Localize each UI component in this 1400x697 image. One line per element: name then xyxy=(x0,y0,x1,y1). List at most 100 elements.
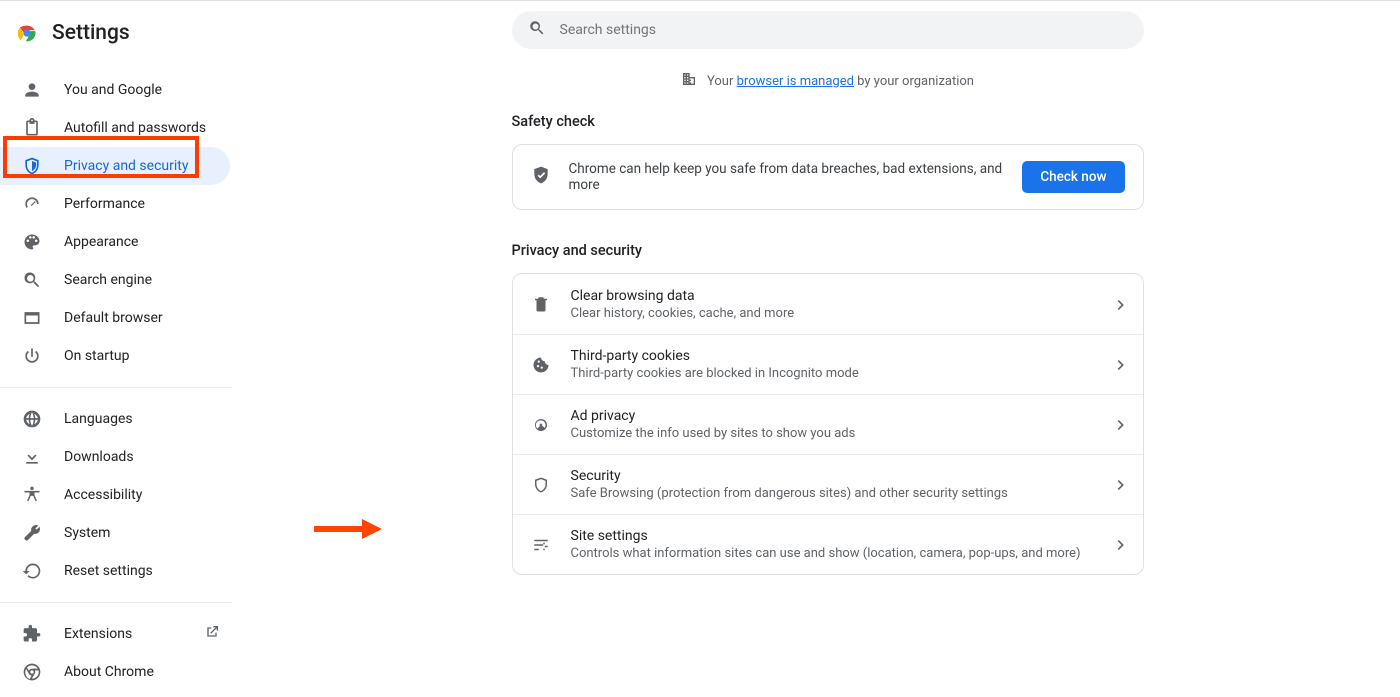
nav-separator xyxy=(0,387,232,388)
sidebar-item-label: Default browser xyxy=(64,310,163,326)
chevron-right-icon xyxy=(1117,355,1125,374)
browser-window-icon xyxy=(22,308,42,328)
safety-check-text: Chrome can help keep you safe from data … xyxy=(569,161,1005,193)
safety-check-card: Chrome can help keep you safe from data … xyxy=(512,144,1144,210)
row-title: Third-party cookies xyxy=(571,348,1097,364)
main-content: Your browser is managed by your organiza… xyxy=(255,1,1400,664)
section-title: Safety check xyxy=(512,113,1144,130)
sidebar-item-label: Autofill and passwords xyxy=(64,120,206,136)
sidebar-item-languages[interactable]: Languages xyxy=(0,400,230,438)
row-title: Security xyxy=(571,468,1097,484)
power-icon xyxy=(22,346,42,366)
row-site-settings[interactable]: Site settings Controls what information … xyxy=(513,514,1143,574)
sidebar-item-default-browser[interactable]: Default browser xyxy=(0,299,230,337)
sidebar-item-autofill[interactable]: Autofill and passwords xyxy=(0,109,230,147)
row-ad-privacy[interactable]: Ad privacy Customize the info used by si… xyxy=(513,394,1143,454)
nav-group-main: You and Google Autofill and passwords Pr… xyxy=(0,65,254,381)
sidebar: Settings You and Google Autofill and pas… xyxy=(0,1,255,664)
row-title: Site settings xyxy=(571,528,1097,544)
ad-target-icon xyxy=(531,416,551,434)
globe-icon xyxy=(22,409,42,429)
person-icon xyxy=(22,80,42,100)
row-subtitle: Customize the info used by sites to show… xyxy=(571,426,1097,441)
section-title: Privacy and security xyxy=(512,242,1144,259)
sidebar-item-about-chrome[interactable]: About Chrome xyxy=(0,653,230,691)
sidebar-item-label: Accessibility xyxy=(64,487,142,503)
nav-group-footer: Extensions About Chrome xyxy=(0,609,254,697)
sidebar-item-label: Downloads xyxy=(64,449,134,465)
chevron-right-icon xyxy=(1117,295,1125,314)
sidebar-item-label: Languages xyxy=(64,411,133,427)
sidebar-item-extensions[interactable]: Extensions xyxy=(0,615,230,653)
chevron-right-icon xyxy=(1117,415,1125,434)
row-subtitle: Clear history, cookies, cache, and more xyxy=(571,306,1097,321)
sidebar-item-label: System xyxy=(64,525,110,541)
sidebar-item-label: Reset settings xyxy=(64,563,153,579)
safety-check-section: Safety check Chrome can help keep you sa… xyxy=(512,113,1144,242)
shield-outline-icon xyxy=(531,476,551,494)
wrench-icon xyxy=(22,523,42,543)
chrome-outline-icon xyxy=(22,662,42,682)
sidebar-item-you-and-google[interactable]: You and Google xyxy=(0,71,230,109)
sidebar-item-downloads[interactable]: Downloads xyxy=(0,438,230,476)
search-bar[interactable] xyxy=(512,11,1144,49)
row-title: Ad privacy xyxy=(571,408,1097,424)
row-security[interactable]: Security Safe Browsing (protection from … xyxy=(513,454,1143,514)
speedometer-icon xyxy=(22,194,42,214)
trash-icon xyxy=(531,295,551,313)
row-text: Ad privacy Customize the info used by si… xyxy=(571,408,1097,441)
sidebar-item-reset-settings[interactable]: Reset settings xyxy=(0,552,230,590)
nav-group-secondary: Languages Downloads Accessibility System… xyxy=(0,394,254,596)
safety-check-row: Chrome can help keep you safe from data … xyxy=(513,145,1143,209)
external-link-icon xyxy=(204,624,220,644)
sidebar-item-label: Performance xyxy=(64,196,145,212)
row-subtitle: Third-party cookies are blocked in Incog… xyxy=(571,366,1097,381)
chevron-right-icon xyxy=(1117,535,1125,554)
accessibility-icon xyxy=(22,485,42,505)
clipboard-icon xyxy=(22,118,42,138)
row-text: Third-party cookies Third-party cookies … xyxy=(571,348,1097,381)
privacy-security-section: Privacy and security Clear browsing data… xyxy=(512,242,1144,607)
managed-banner: Your browser is managed by your organiza… xyxy=(681,71,974,91)
sidebar-item-label: Privacy and security xyxy=(64,158,188,174)
chrome-logo-icon xyxy=(16,22,38,44)
row-third-party-cookies[interactable]: Third-party cookies Third-party cookies … xyxy=(513,334,1143,394)
sidebar-item-search-engine[interactable]: Search engine xyxy=(0,261,230,299)
sidebar-item-label: On startup xyxy=(64,348,130,364)
search-icon xyxy=(528,19,546,41)
managed-text: Your browser is managed by your organiza… xyxy=(707,74,974,89)
sidebar-header: Settings xyxy=(0,17,254,65)
sidebar-item-performance[interactable]: Performance xyxy=(0,185,230,223)
nav-separator xyxy=(0,602,232,603)
tune-icon xyxy=(531,536,551,554)
sidebar-item-privacy-security[interactable]: Privacy and security xyxy=(0,147,230,185)
cookie-icon xyxy=(531,356,551,374)
row-text: Site settings Controls what information … xyxy=(571,528,1097,561)
chevron-right-icon xyxy=(1117,475,1125,494)
row-title: Clear browsing data xyxy=(571,288,1097,304)
search-input[interactable] xyxy=(560,22,1128,38)
row-text: Clear browsing data Clear history, cooki… xyxy=(571,288,1097,321)
managed-link[interactable]: browser is managed xyxy=(737,74,854,89)
sidebar-item-label: Extensions xyxy=(64,626,132,642)
sidebar-item-label: Appearance xyxy=(64,234,138,250)
restore-icon xyxy=(22,561,42,581)
row-text: Security Safe Browsing (protection from … xyxy=(571,468,1097,501)
page-title: Settings xyxy=(52,21,130,45)
row-clear-browsing-data[interactable]: Clear browsing data Clear history, cooki… xyxy=(513,274,1143,334)
sidebar-item-label: About Chrome xyxy=(64,664,154,680)
check-now-button[interactable]: Check now xyxy=(1022,161,1124,193)
palette-icon xyxy=(22,232,42,252)
shield-check-icon xyxy=(531,165,551,189)
sidebar-item-label: Search engine xyxy=(64,272,152,288)
sidebar-item-accessibility[interactable]: Accessibility xyxy=(0,476,230,514)
sidebar-item-label: You and Google xyxy=(64,82,162,98)
sidebar-item-on-startup[interactable]: On startup xyxy=(0,337,230,375)
building-icon xyxy=(681,71,697,91)
row-subtitle: Safe Browsing (protection from dangerous… xyxy=(571,486,1097,501)
sidebar-item-system[interactable]: System xyxy=(0,514,230,552)
sidebar-item-appearance[interactable]: Appearance xyxy=(0,223,230,261)
puzzle-icon xyxy=(22,624,42,644)
row-subtitle: Controls what information sites can use … xyxy=(571,546,1097,561)
privacy-list-card: Clear browsing data Clear history, cooki… xyxy=(512,273,1144,575)
